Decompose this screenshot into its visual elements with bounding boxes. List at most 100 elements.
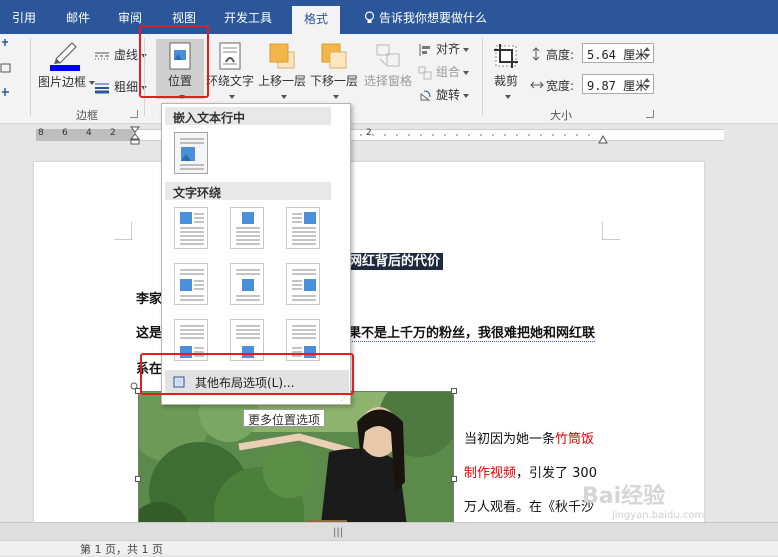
doc-line-2-end: 果不是上千万的粉丝，我很难把她和网红联 bbox=[348, 326, 596, 342]
tab-view[interactable]: 视图 bbox=[172, 9, 196, 26]
watermark-logo: Bai经验 bbox=[582, 484, 666, 509]
spinner-arrows-icon[interactable] bbox=[643, 46, 651, 61]
inline-header: 嵌入文本行中 bbox=[165, 107, 331, 125]
article-title: 网红背后的代价 bbox=[346, 250, 444, 270]
tell-me-text: 告诉我你想要做什么 bbox=[379, 11, 488, 25]
indent-marker-icon[interactable] bbox=[130, 126, 140, 146]
width-value: 9.87 厘米 bbox=[587, 79, 648, 93]
line-weight-icon bbox=[95, 83, 109, 93]
position-top-left[interactable] bbox=[174, 207, 208, 249]
wrap-header: 文字环绕 bbox=[165, 182, 331, 200]
dash-lines-icon bbox=[95, 52, 109, 59]
highlight-box-more-options bbox=[140, 353, 354, 395]
height-label: 高度: bbox=[546, 48, 575, 62]
picture-border-icon bbox=[50, 42, 80, 71]
weight-label: 粗细 bbox=[114, 80, 139, 94]
status-text: 第 1 页，共 1 页 bbox=[80, 543, 163, 556]
middle-center-icon bbox=[236, 269, 260, 301]
doc-line-1: 李家 bbox=[136, 292, 163, 307]
chevron-down-icon bbox=[463, 47, 470, 52]
rotate-button[interactable]: 旋转 bbox=[418, 86, 470, 103]
chevron-down-icon bbox=[504, 94, 511, 99]
horizontal-ruler[interactable]: 8 6 4 2 2 bbox=[0, 124, 778, 146]
middle-left-icon bbox=[180, 269, 204, 301]
middle-right-icon bbox=[292, 269, 316, 301]
horizontal-scrollbar[interactable]: ||| bbox=[0, 522, 778, 540]
group-separator bbox=[482, 38, 483, 116]
chevron-down-icon bbox=[280, 94, 287, 99]
position-inline-option[interactable] bbox=[174, 132, 208, 174]
side-line-3: 万人观看。在《秋千沙 bbox=[464, 500, 595, 515]
position-middle-right[interactable] bbox=[286, 263, 320, 305]
tell-me-search[interactable]: 告诉我你想要做什么 bbox=[364, 9, 487, 26]
tab-references[interactable]: 引用 bbox=[12, 9, 36, 26]
rotate-label: 旋转 bbox=[436, 88, 461, 102]
group-objects-icon bbox=[418, 66, 432, 79]
tab-review[interactable]: 审阅 bbox=[118, 9, 142, 26]
height-value: 5.64 厘米 bbox=[587, 48, 648, 62]
wrap-text-button[interactable]: 环绕文字 bbox=[204, 39, 256, 103]
watermark-url: jingyan.baidu.com bbox=[612, 510, 705, 521]
ribbon-tab-bar: 引用 邮件 审阅 视图 开发工具 格式 告诉我你想要做什么 bbox=[0, 0, 778, 34]
margin-corner-icon bbox=[114, 222, 132, 240]
tab-format[interactable]: 格式 bbox=[292, 6, 341, 34]
position-top-center[interactable] bbox=[230, 207, 264, 249]
doc-line-2-start: 这是 bbox=[136, 326, 163, 341]
document-page[interactable]: 网红背后的代价 李家 这是 果不是上千万的粉丝，我很难把她和网红联 系在 当初因… bbox=[34, 162, 704, 522]
group-label: 组合 bbox=[436, 65, 461, 79]
width-spinner[interactable]: 9.87 厘米 bbox=[582, 74, 654, 94]
resize-handle-e[interactable] bbox=[451, 476, 457, 482]
crop-button[interactable]: 裁剪 bbox=[488, 39, 524, 103]
resize-handle-w[interactable] bbox=[135, 476, 141, 482]
send-backward-button[interactable]: 下移一层 bbox=[308, 39, 360, 103]
ruler-number: 8 bbox=[38, 128, 44, 138]
crop-icon bbox=[494, 44, 518, 68]
chevron-down-icon bbox=[463, 93, 470, 98]
chevron-down-icon bbox=[332, 94, 339, 99]
ruler-number: 4 bbox=[86, 128, 92, 138]
position-top-right[interactable] bbox=[286, 207, 320, 249]
height-spinner[interactable]: 5.64 厘米 bbox=[582, 43, 654, 63]
align-label: 对齐 bbox=[436, 42, 461, 56]
border-dialog-launcher-icon[interactable] bbox=[130, 110, 138, 118]
side-line-1: 当初因为她一条竹筒饭 bbox=[464, 432, 595, 447]
inline-layout-icon bbox=[180, 138, 204, 170]
bring-forward-icon bbox=[269, 43, 295, 69]
group-button[interactable]: 组合 bbox=[418, 63, 470, 80]
dashes-label: 虚线 bbox=[114, 48, 139, 62]
more-position-tooltip: 更多位置选项 bbox=[243, 409, 326, 427]
tab-mailings[interactable]: 邮件 bbox=[66, 9, 90, 26]
scroll-grip-icon[interactable]: ||| bbox=[333, 527, 343, 538]
chevron-down-icon bbox=[228, 94, 235, 99]
rotate-icon bbox=[420, 90, 431, 100]
document-canvas: 网红背后的代价 李家 这是 果不是上千万的粉丝，我很难把她和网红联 系在 当初因… bbox=[0, 146, 778, 522]
top-center-icon bbox=[236, 212, 260, 245]
group-separator bbox=[30, 38, 31, 116]
side-line-2: 制作视频，引发了 300 bbox=[464, 466, 597, 481]
picture-border-label: 图片边框 bbox=[38, 75, 87, 89]
right-indent-marker-icon[interactable] bbox=[598, 134, 608, 144]
spinner-arrows-icon[interactable] bbox=[643, 77, 651, 92]
wrap-text-label: 环绕文字 bbox=[205, 74, 254, 88]
bring-forward-button[interactable]: 上移一层 bbox=[256, 39, 308, 103]
height-icon bbox=[532, 47, 540, 61]
position-middle-left[interactable] bbox=[174, 263, 208, 305]
selection-pane-icon bbox=[376, 44, 400, 67]
ribbon: 图片边框 虚线 粗细 边框 位置 环绕文字 上移一层 下移一层 选择窗格 对齐 … bbox=[0, 34, 778, 124]
ruler-number: 2 bbox=[110, 128, 116, 138]
send-backward-icon bbox=[321, 43, 347, 69]
wrap-text-icon bbox=[219, 42, 241, 70]
picture-border-button[interactable]: 图片边框 bbox=[38, 39, 96, 90]
align-button[interactable]: 对齐 bbox=[418, 40, 470, 57]
selection-pane-label: 选择窗格 bbox=[363, 74, 412, 88]
size-group-label: 大小 bbox=[550, 109, 572, 122]
size-dialog-launcher-icon[interactable] bbox=[646, 110, 654, 118]
resize-handle-ne[interactable] bbox=[451, 388, 457, 394]
selection-pane-button[interactable]: 选择窗格 bbox=[362, 39, 414, 89]
ruler-ticks bbox=[360, 134, 590, 136]
tab-developer[interactable]: 开发工具 bbox=[224, 9, 272, 26]
position-middle-center[interactable] bbox=[230, 263, 264, 305]
crop-label: 裁剪 bbox=[493, 74, 518, 88]
send-backward-label: 下移一层 bbox=[309, 74, 358, 88]
ruler-number: 6 bbox=[62, 128, 68, 138]
